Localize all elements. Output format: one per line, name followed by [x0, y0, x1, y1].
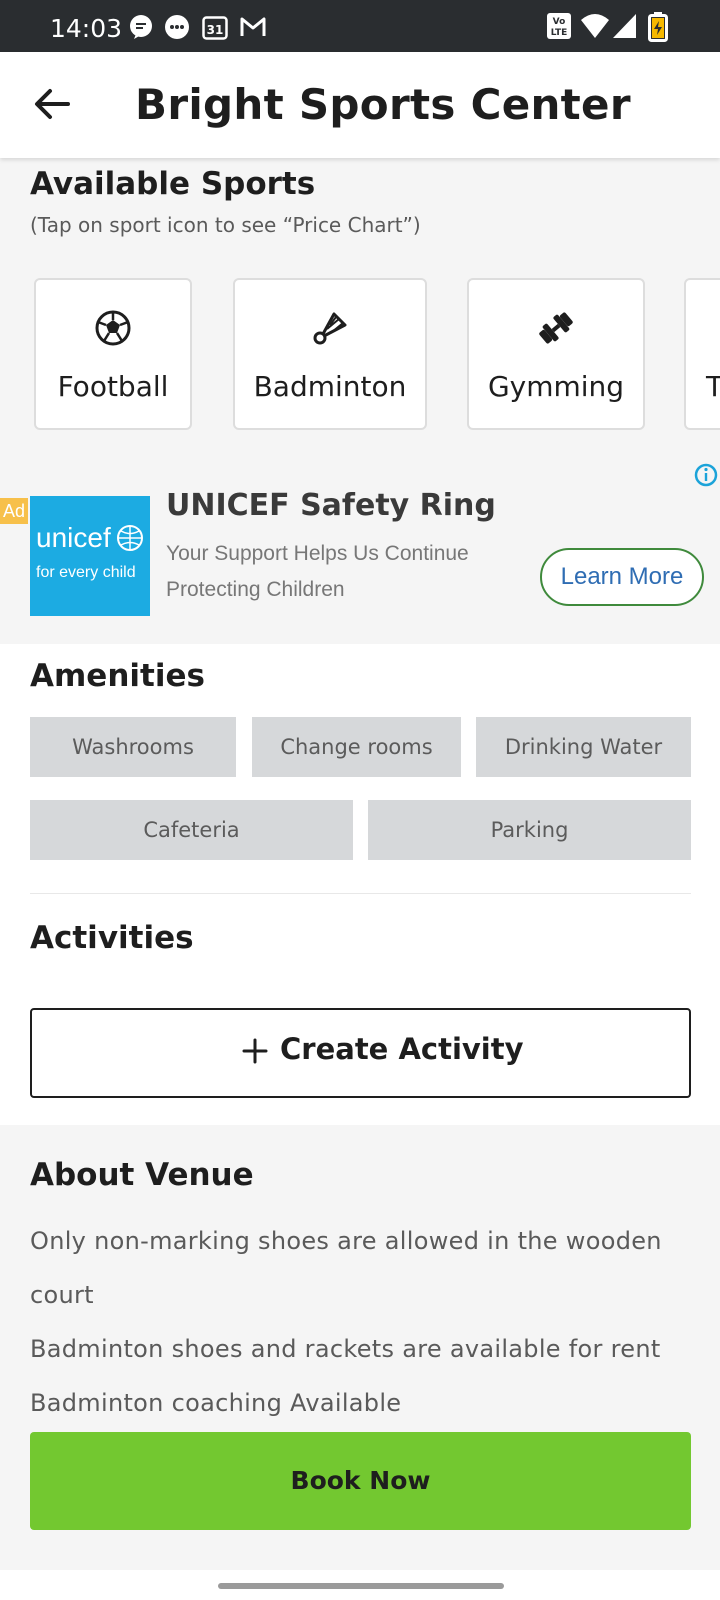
page-title: Bright Sports Center — [135, 80, 631, 129]
sport-label: Badminton — [253, 370, 407, 403]
arrow-left-icon[interactable] — [30, 82, 74, 126]
book-now-button[interactable]: Book Now — [30, 1432, 691, 1530]
home-indicator[interactable] — [218, 1583, 504, 1589]
sport-card-gymming[interactable]: Gymming — [467, 278, 645, 430]
price-chart-note: (Tap on sport icon to see “Price Chart”) — [30, 213, 421, 237]
sport-label: Gymming — [487, 370, 625, 403]
sport-card-partial[interactable]: T — [684, 278, 720, 430]
svg-text:LTE: LTE — [551, 28, 568, 38]
section-heading-sports: Available Sports — [30, 166, 316, 202]
amenity-chip: Washrooms — [30, 717, 236, 777]
ad-badge: Ad — [0, 498, 28, 524]
sport-label: Football — [57, 370, 169, 403]
sport-card-badminton[interactable]: Badminton — [233, 278, 427, 430]
app-bar: Bright Sports Center — [0, 52, 720, 158]
plus-icon — [242, 1038, 268, 1064]
amenity-chip: Cafeteria — [30, 800, 353, 860]
signal-icon — [613, 14, 636, 38]
section-heading-about: About Venue — [30, 1157, 254, 1193]
about-line: Badminton coaching Available — [30, 1389, 402, 1417]
status-time: 14:03 — [50, 14, 123, 43]
amenity-chip: Change rooms — [252, 717, 461, 777]
divider — [30, 893, 691, 894]
about-line: Badminton shoes and rackets are availabl… — [30, 1335, 661, 1363]
shuttlecock-icon — [313, 312, 347, 345]
section-heading-activities: Activities — [30, 920, 194, 956]
sport-card-football[interactable]: Football — [34, 278, 192, 430]
section-heading-amenities: Amenities — [30, 658, 205, 694]
create-activity-label: Create Activity — [280, 1032, 524, 1066]
globe-icon — [117, 525, 143, 551]
create-activity-button[interactable]: Create Activity — [30, 1008, 691, 1098]
message-icon — [130, 15, 152, 39]
amenity-chip: Parking — [368, 800, 691, 860]
ad-title: UNICEF Safety Ring — [166, 488, 496, 523]
gmail-icon — [240, 17, 266, 36]
svg-text:Vo: Vo — [553, 17, 566, 27]
status-bar: 14:03 31 Vo LTE — [0, 0, 720, 52]
calendar-icon: 31 — [202, 16, 228, 40]
ad-banner[interactable]: Ad unicef for every child UNICEF Safety … — [0, 458, 720, 644]
about-line: court — [30, 1281, 94, 1309]
amenity-chip: Drinking Water — [476, 717, 691, 777]
wifi-icon — [581, 14, 609, 38]
unicef-logo: unicef for every child — [30, 496, 150, 616]
svg-text:31: 31 — [207, 23, 224, 37]
dumbbell-icon — [539, 312, 573, 344]
learn-more-button[interactable]: Learn More — [540, 548, 704, 606]
ad-description: Your Support Helps Us Continue Protectin… — [166, 542, 469, 601]
volte-icon: Vo LTE — [547, 13, 571, 39]
available-sports-section: Available Sports (Tap on sport icon to s… — [0, 158, 720, 458]
soccer-ball-icon — [95, 310, 131, 346]
info-icon[interactable] — [693, 462, 719, 488]
sport-label: T — [706, 370, 720, 403]
battery-icon — [648, 12, 668, 42]
chat-bubble-icon — [165, 15, 189, 39]
about-line: Only non-marking shoes are allowed in th… — [30, 1227, 662, 1255]
